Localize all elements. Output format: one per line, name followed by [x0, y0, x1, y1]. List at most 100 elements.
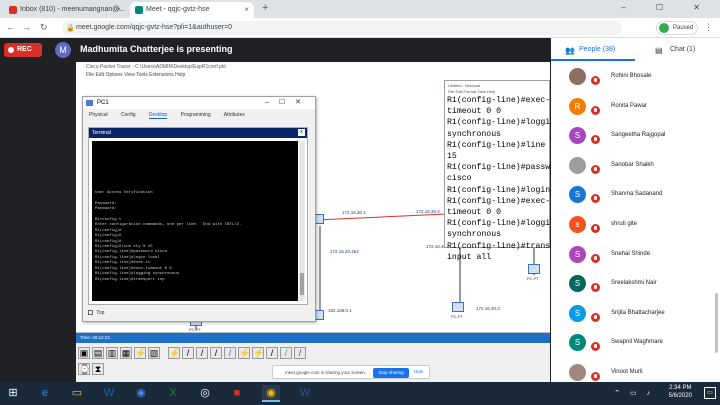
participant-row[interactable]: Rohini Bhosale: [551, 64, 720, 94]
panel-scrollbar[interactable]: [715, 293, 718, 353]
pc-icon[interactable]: [528, 264, 540, 274]
hub-tool-icon[interactable]: ▥: [106, 347, 118, 359]
stop-sharing-button[interactable]: Stop sharing: [373, 368, 409, 378]
back-icon[interactable]: ←: [6, 22, 15, 32]
straight-cable-icon[interactable]: /: [196, 347, 208, 359]
fiber-cable-icon[interactable]: /: [224, 347, 236, 359]
mic-muted-icon: [591, 105, 600, 115]
notepad-text[interactable]: R1(config-line)#exec-timeout 0 0 R1(confi…: [445, 95, 550, 263]
participant-row[interactable]: S Sreelakshmi Nair: [551, 271, 720, 301]
excel-icon[interactable]: X: [164, 385, 182, 402]
meet-icon: [135, 6, 143, 14]
notepad-line: 15: [447, 152, 457, 162]
tab-config[interactable]: Config: [121, 112, 135, 118]
participant-avatar: S: [569, 186, 586, 204]
usb-cable-icon[interactable]: /: [280, 347, 292, 359]
mic-muted-icon: [591, 164, 600, 174]
terminal-title: Terminal: [92, 130, 111, 136]
close-icon[interactable]: x: [298, 129, 305, 136]
checkbox-icon[interactable]: [88, 310, 93, 316]
new-tab-button[interactable]: +: [262, 2, 268, 14]
window-controls[interactable]: –☐✕: [265, 98, 311, 106]
notepad-line: R1(config-line)#loggi: [447, 219, 550, 229]
realtime-icon[interactable]: ⌚: [78, 363, 90, 375]
switch-tool-icon[interactable]: ▤: [92, 347, 104, 359]
wireless-tool-icon[interactable]: ▦: [120, 347, 132, 359]
profile-button[interactable]: Paused: [656, 21, 698, 35]
hide-button[interactable]: Hide: [414, 369, 423, 374]
participant-row[interactable]: R Ronita Pawar: [551, 94, 720, 124]
pt-menu-bar: File Edit Options View Tools Extensions …: [86, 72, 186, 78]
tab-programming[interactable]: Programming: [181, 112, 211, 118]
clock-time: 2:34 PM: [669, 385, 692, 391]
forward-icon[interactable]: →: [22, 22, 31, 32]
pc-icon[interactable]: [452, 302, 464, 312]
gmail-icon: [9, 6, 17, 14]
terminal-scrollbar[interactable]: [299, 141, 305, 301]
close-tab-icon[interactable]: ×: [116, 5, 121, 14]
word-doc-icon[interactable]: W: [296, 385, 314, 402]
pc1-window: PC1 –☐✕ Physical Config Desktop Programm…: [82, 96, 316, 322]
ip-label: 192.168.0.1: [328, 308, 352, 313]
cross-cable-icon[interactable]: /: [210, 347, 222, 359]
top-checkbox[interactable]: Top: [88, 310, 104, 316]
coaxial-cable-icon[interactable]: /: [294, 347, 306, 359]
serial-dte-icon[interactable]: ⚡: [252, 347, 264, 359]
participant-avatar: [569, 363, 586, 381]
tab-attributes[interactable]: Attributes: [224, 112, 245, 118]
close-tab-icon[interactable]: ×: [244, 5, 249, 14]
tray-icons[interactable]: ⌃ ▭ ♪: [614, 389, 654, 397]
window-controls[interactable]: – ☐ ✕: [621, 3, 714, 12]
tab-people[interactable]: 👥 People (38): [551, 41, 635, 61]
tab-meet[interactable]: Meet - qqjc-gvtz-hse ×: [130, 2, 254, 18]
participant-name: Rohini Bhosale: [611, 73, 652, 79]
participant-row[interactable]: S Snehal Shinde: [551, 242, 720, 272]
chrome-active-icon[interactable]: ◉: [262, 385, 280, 402]
participant-row[interactable]: Sanobar Shaikh: [551, 153, 720, 183]
simulation-icon[interactable]: ⧗: [92, 363, 104, 375]
tab-desktop[interactable]: Desktop: [148, 112, 168, 119]
octal-cable-icon[interactable]: /: [266, 347, 278, 359]
notepad-line: synchronous: [447, 230, 502, 240]
tab-gmail[interactable]: Inbox (810) - meenumangnan@... ×: [4, 2, 126, 18]
participant-row[interactable]: S Sharvna Sadanand: [551, 182, 720, 212]
mic-muted-icon: [591, 223, 600, 233]
notepad-window: Untitled - Notepad File Edit Format View…: [444, 80, 550, 262]
participant-name: Sanobar Shaikh: [611, 161, 654, 168]
pc1-titlebar: PC1 –☐✕: [83, 97, 315, 109]
edge-icon[interactable]: e: [36, 385, 54, 402]
scroll-thumb[interactable]: [300, 273, 304, 295]
people-panel: 👥 People (38) ▤ Chat (1) Rohini Bhosale R…: [551, 38, 720, 382]
tab-chat[interactable]: ▤ Chat (1): [635, 41, 720, 61]
notepad-line: input all: [447, 252, 492, 262]
app-icon[interactable]: ■: [228, 385, 246, 402]
end-device-tool-icon[interactable]: ▧: [148, 347, 160, 359]
auto-cable-icon[interactable]: ⚡: [168, 347, 180, 359]
more-menu-icon[interactable]: ⋮: [704, 22, 713, 33]
chrome-icon[interactable]: ◉: [132, 385, 150, 402]
word-icon[interactable]: W: [100, 385, 118, 402]
participant-name: Vinoot Murli: [611, 368, 643, 375]
packet-tracer-icon[interactable]: ◎: [196, 385, 214, 402]
windows-start-icon[interactable]: ⊞: [4, 385, 22, 402]
participant-row[interactable]: S Sangeetha Rajgopal: [551, 123, 720, 153]
serial-dce-icon[interactable]: ⚡: [238, 347, 250, 359]
address-bar-row: ← → ↻ 🔒 meet.google.com/qqjc-gvtz-hse?pl…: [0, 18, 720, 38]
participant-row[interactable]: S Swapnil Waghmare: [551, 330, 720, 360]
terminal-output[interactable]: User Access Verification Password: Passw…: [92, 141, 298, 301]
connection-tool-icon[interactable]: ⚡: [134, 347, 146, 359]
notification-icon[interactable]: ▭: [704, 387, 716, 399]
console-cable-icon[interactable]: /: [182, 347, 194, 359]
file-explorer-icon[interactable]: ▭: [68, 385, 86, 402]
clock[interactable]: 2:34 PM 5/6/2020: [669, 384, 692, 400]
tab-physical[interactable]: Physical: [89, 112, 108, 118]
participant-row[interactable]: S Srijita Bhattacharjee: [551, 301, 720, 331]
mic-muted-icon: [591, 283, 600, 293]
participant-avatar: S: [569, 334, 586, 352]
participant-name: Sharvna Sadanand: [611, 191, 663, 198]
ip-label: 172.16.20.254: [330, 249, 359, 254]
reload-icon[interactable]: ↻: [40, 22, 48, 33]
participant-row[interactable]: s shruti gite: [551, 212, 720, 242]
router-tool-icon[interactable]: ▣: [78, 347, 90, 359]
url-field[interactable]: 🔒 meet.google.com/qqjc-gvtz-hse?pli=1&au…: [62, 21, 622, 35]
